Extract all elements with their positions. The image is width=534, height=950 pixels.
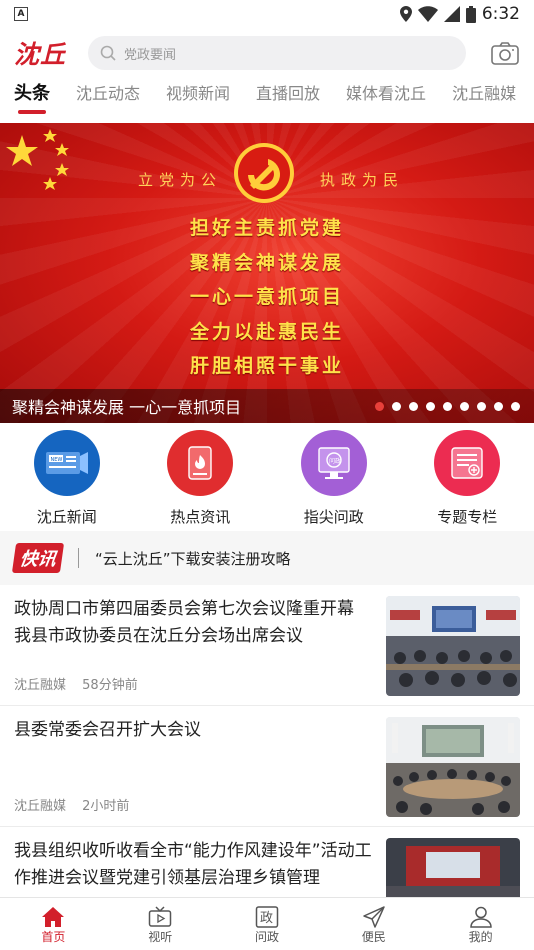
quick-label: 热点资讯 [170,508,231,526]
flash-text: “云上沈丘”下载安装注册攻略 [95,549,291,568]
banner-caption-bar: 聚精会神谋发展 一心一意抓项目 [0,389,534,423]
carousel-dot[interactable] [443,401,452,411]
news-title: 政协周口市第四届委员会第七次会议隆重开幕 我县市政协委员在沈丘分会场出席会议 [14,599,354,646]
news-icon: NEW [33,430,100,496]
quick-topics[interactable]: 专题专栏 [401,430,534,530]
status-bar: A 6:32 [0,0,534,28]
carousel-dot[interactable] [494,401,503,411]
news-title: 我县组织收听收看全市“能力作风建设年”活动工作推进会议暨党建引领基层治理乡镇管理 [14,841,372,888]
battery-icon [465,5,476,23]
banner-slogan-right: 执政为民 [320,171,405,189]
app-header: 沈丘 党政要闻 [0,30,534,76]
tab-media-view[interactable]: 媒体看沈丘 [346,80,426,108]
tab-rongmei[interactable]: 沈丘融媒 [452,80,516,108]
nav-gov[interactable]: 政 问政 [214,898,321,950]
camera-icon [491,42,519,65]
tab-video-news[interactable]: 视频新闻 [166,80,230,108]
topic-icon [434,430,501,496]
send-icon [363,905,385,928]
nav-label: 我的 [468,929,493,944]
news-source: 沈丘融媒 [14,678,67,693]
search-icon [100,45,116,61]
flash-badge: 快讯 [11,543,65,573]
clock: 6:32 [481,4,520,24]
notification-icon: A [14,7,28,21]
tab-headline[interactable]: 头条 [14,80,50,114]
news-thumbnail [386,596,520,696]
banner-line: 担好主责抓党建 [189,217,344,239]
nav-label: 问政 [254,929,279,944]
nav-service[interactable]: 便民 [320,898,427,950]
banner-line: 一心一意抓项目 [189,286,344,308]
carousel-indicator[interactable] [375,401,520,411]
quick-hot-news[interactable]: 热点资讯 [134,430,268,530]
quick-ask-gov[interactable]: 问政 指尖问政 [267,430,401,530]
ask-gov-icon: 问政 [300,430,367,496]
quick-local-news[interactable]: NEW 沈丘新闻 [0,430,134,530]
carousel-dot[interactable] [409,401,418,411]
carousel-dot[interactable] [460,401,469,411]
nav-me[interactable]: 我的 [427,898,534,950]
news-time: 2小时前 [82,799,130,814]
flash-news-bar[interactable]: 快讯 “云上沈丘”下载安装注册攻略 [0,531,534,585]
nav-home[interactable]: 首页 [0,898,107,950]
quick-entries: NEW 沈丘新闻 热点资讯 问政 指尖问政 专题专栏 [0,430,534,530]
signal-icon [443,6,460,22]
tab-local-news[interactable]: 沈丘动态 [76,80,140,108]
bottom-nav: 首页 视听 政 问政 便民 我的 [0,897,534,950]
banner-line: 肝胆相照干事业 [189,355,344,377]
nav-video[interactable]: 视听 [107,898,214,950]
news-meta: 沈丘融媒 58分钟前 [14,674,138,693]
video-icon [148,905,172,927]
banner-carousel[interactable]: 立党为公 执政为民 担好主责抓党建 聚精会神谋发展 一心一意抓项目 全力以赴惠民… [0,123,534,423]
banner-line: 聚精会神谋发展 [189,251,344,274]
news-time: 58分钟前 [82,678,138,693]
carousel-dot[interactable] [392,401,401,411]
carousel-dot[interactable] [375,401,384,411]
svg-text:NEW: NEW [50,457,62,463]
app-logo: 沈丘 [14,40,67,69]
news-thumbnail [386,717,520,817]
banner-slogan-left: 立党为公 [138,171,223,189]
divider [78,548,79,568]
news-title: 县委常委会召开扩大会议 [14,720,201,740]
quick-label: 指尖问政 [303,508,364,526]
carousel-dot[interactable] [511,401,520,411]
nav-label: 便民 [361,929,386,944]
nav-label: 视听 [148,929,173,944]
nav-label: 首页 [41,929,66,944]
banner-line: 全力以赴惠民生 [189,320,344,343]
location-icon [399,6,412,22]
home-icon [42,906,65,927]
quick-label: 专题专栏 [437,508,498,526]
app-screen: A 6:32 沈丘 党政要闻 头条 沈丘动态 视频新闻 直播回放 媒体看沈丘 沈… [0,0,534,950]
banner-caption: 聚精会神谋发展 一心一意抓项目 [12,398,242,417]
banner-slogans: 担好主责抓党建 聚精会神谋发展 一心一意抓项目 全力以赴惠民生 肝胆相照干事业 [0,211,534,384]
gov-icon: 政 [255,905,279,928]
news-source: 沈丘融媒 [14,799,67,814]
svg-text:政: 政 [260,911,273,926]
news-item[interactable]: 县委常委会召开扩大会议 沈丘融媒 2小时前 [0,707,534,827]
hot-news-icon [167,430,234,496]
carousel-dot[interactable] [426,401,435,411]
quick-label: 沈丘新闻 [36,508,97,526]
flag-stars-graphic [6,129,69,190]
carousel-dot[interactable] [477,401,486,411]
svg-text:问政: 问政 [329,457,341,465]
news-meta: 沈丘融媒 2小时前 [14,795,129,814]
search-input[interactable]: 党政要闻 [88,36,466,70]
party-emblem-icon [234,143,294,203]
tab-live-replay[interactable]: 直播回放 [256,80,320,108]
user-icon [469,906,492,928]
camera-button[interactable] [490,38,520,68]
category-tabs: 头条 沈丘动态 视频新闻 直播回放 媒体看沈丘 沈丘融媒 [0,80,534,116]
news-item[interactable]: 政协周口市第四届委员会第七次会议隆重开幕 我县市政协委员在沈丘分会场出席会议 沈… [0,586,534,706]
search-placeholder: 党政要闻 [124,47,177,63]
wifi-icon [417,6,438,22]
